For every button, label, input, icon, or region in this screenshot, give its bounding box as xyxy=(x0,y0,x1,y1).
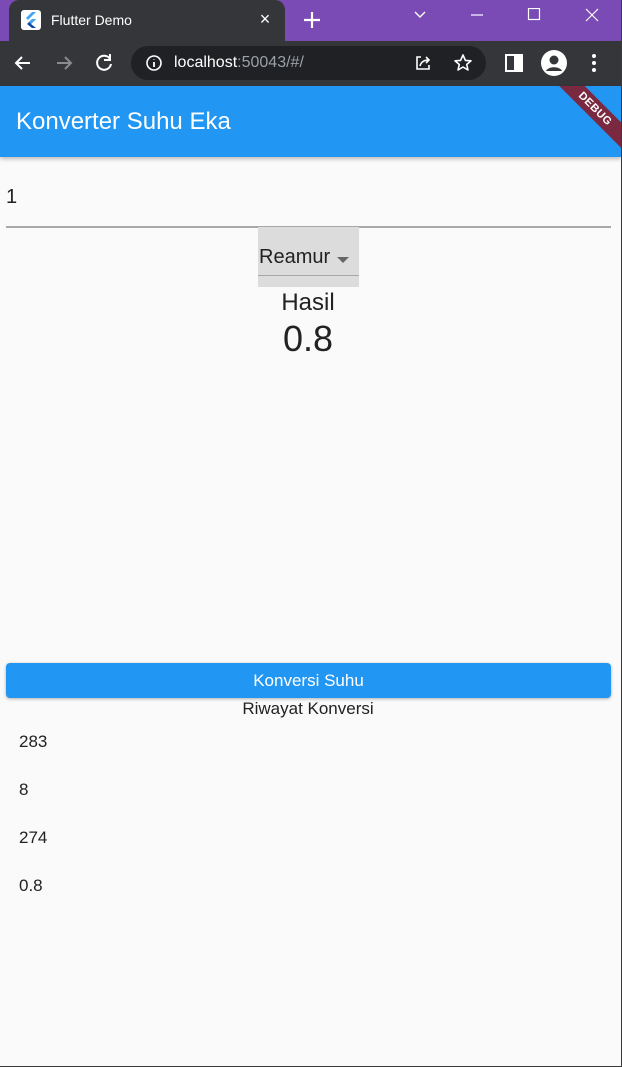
bookmark-star-icon[interactable] xyxy=(453,53,473,73)
browser-toolbar: localhost:50043/#/ xyxy=(0,41,621,86)
dropdown-underline xyxy=(258,275,359,276)
tab-close-icon[interactable]: × xyxy=(255,9,275,29)
share-icon[interactable] xyxy=(413,53,433,73)
reload-icon[interactable] xyxy=(92,51,116,75)
debug-banner: DEBUG xyxy=(546,86,621,157)
url-path: :50043/#/ xyxy=(237,54,304,71)
result-label: Hasil xyxy=(281,289,335,316)
convert-button[interactable]: Konversi Suhu xyxy=(6,663,611,698)
dropdown-arrow-icon xyxy=(336,252,350,263)
history-item: 8 xyxy=(19,780,29,799)
address-bar[interactable]: localhost:50043/#/ xyxy=(131,46,486,80)
history-item: 0.8 xyxy=(19,876,43,895)
site-info-icon[interactable] xyxy=(145,54,163,72)
history-item: 283 xyxy=(19,732,48,751)
close-window-icon[interactable] xyxy=(569,0,615,30)
history-title: Riwayat Konversi xyxy=(242,699,374,718)
browser-window: Flutter Demo × localhost:50043/#/ Konver… xyxy=(0,0,622,1067)
menu-kebab-icon[interactable] xyxy=(582,51,606,75)
tab-strip: Flutter Demo × xyxy=(0,0,621,41)
url-text[interactable]: localhost:50043/#/ xyxy=(174,54,304,72)
side-panel-icon[interactable] xyxy=(502,51,526,75)
temperature-input[interactable] xyxy=(6,184,606,210)
result-value: 0.8 xyxy=(282,318,334,359)
browser-tab[interactable]: Flutter Demo × xyxy=(9,0,285,41)
profile-avatar-icon[interactable] xyxy=(541,50,567,76)
new-tab-icon[interactable] xyxy=(300,8,324,32)
app-title: Konverter Suhu Eka xyxy=(16,108,231,135)
temperature-input-field[interactable] xyxy=(6,170,611,228)
dropdown-selected-value: Reamur xyxy=(259,246,331,268)
history-list: 283 8 274 0.8 xyxy=(0,718,616,910)
flutter-logo-icon xyxy=(21,10,41,30)
history-item: 274 xyxy=(19,828,48,847)
url-host: localhost xyxy=(174,54,238,71)
app-bar: Konverter Suhu Eka DEBUG xyxy=(0,86,621,157)
forward-icon[interactable] xyxy=(52,51,76,75)
tab-search-icon[interactable] xyxy=(397,0,443,30)
maximize-icon[interactable] xyxy=(511,0,557,30)
tab-title: Flutter Demo xyxy=(51,12,132,28)
unit-dropdown[interactable]: Reamur xyxy=(258,227,359,287)
minimize-icon[interactable] xyxy=(454,0,500,30)
back-icon[interactable] xyxy=(11,51,35,75)
